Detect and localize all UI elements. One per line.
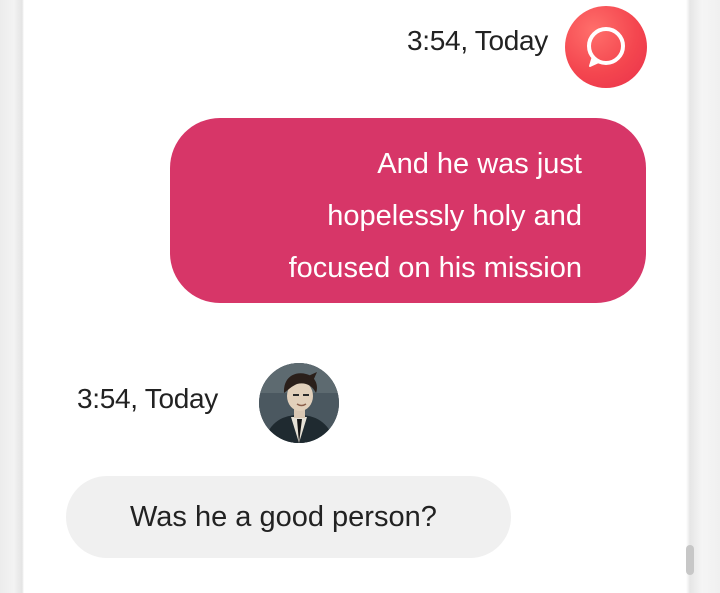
sent-message-bubble[interactable]: And he was just hopelessly holy and focu… (170, 118, 646, 303)
chat-panel[interactable]: 3:54, Today And he was just hopelessly h… (0, 0, 720, 593)
left-border (0, 0, 24, 593)
right-border (686, 0, 720, 593)
character-portrait (259, 363, 339, 443)
received-message-bubble[interactable]: Was he a good person? (66, 476, 511, 558)
app-avatar[interactable] (565, 6, 647, 88)
sent-timestamp: 3:54, Today (407, 25, 548, 56)
message-line: And he was just (377, 148, 582, 180)
chat-bubble-icon (587, 27, 625, 67)
message-line: hopelessly holy and (327, 200, 582, 232)
received-timestamp: 3:54, Today (77, 383, 218, 414)
scrollbar-thumb[interactable] (686, 545, 694, 575)
character-avatar[interactable] (259, 363, 339, 443)
message-line: focused on his mission (288, 252, 582, 284)
